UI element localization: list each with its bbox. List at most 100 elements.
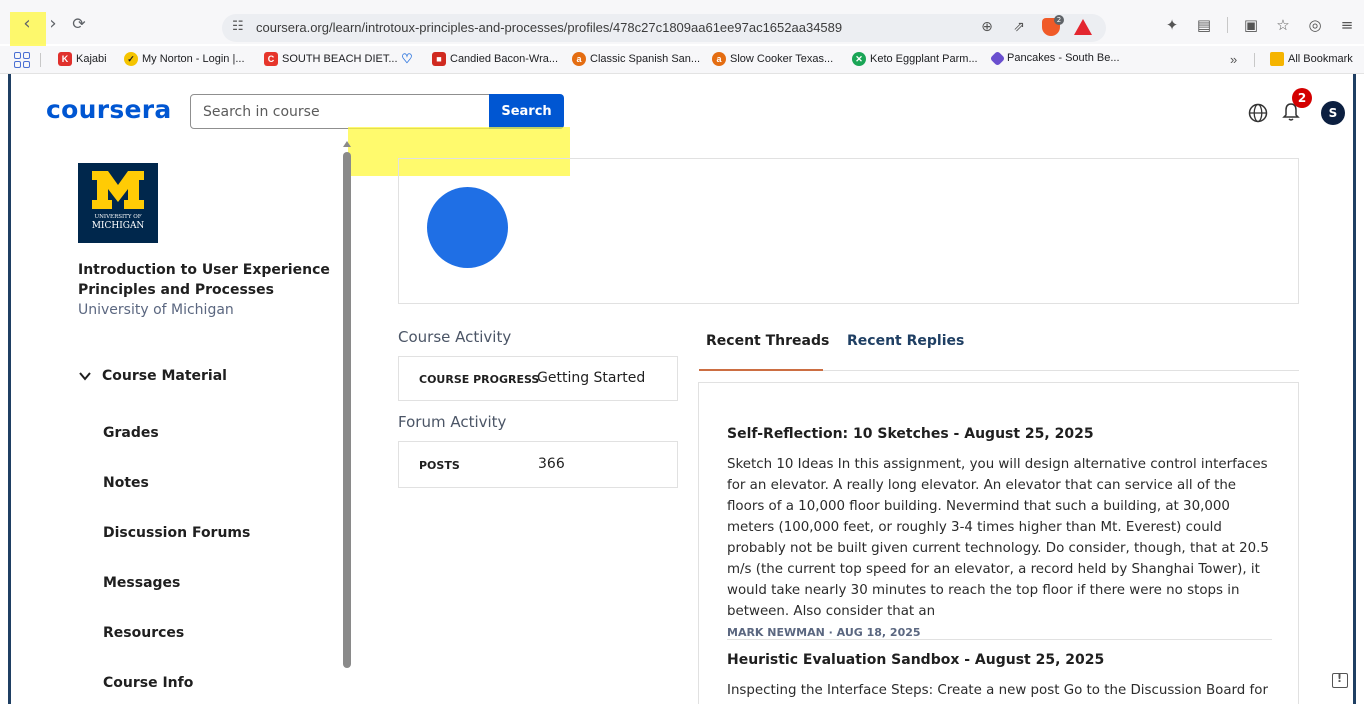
- reload-icon[interactable]: ⟳: [68, 12, 90, 34]
- thread-excerpt: Sketch 10 Ideas In this assignment, you …: [727, 457, 1269, 619]
- course-search-field[interactable]: [190, 94, 490, 129]
- back-icon[interactable]: ‹: [16, 12, 38, 34]
- kajabi-icon: K: [58, 52, 72, 66]
- sidebar-item-course-info[interactable]: Course Info: [103, 675, 193, 691]
- url-text[interactable]: coursera.org/learn/introtoux-principles-…: [256, 20, 842, 35]
- overflow-chevrons-icon: »: [1230, 52, 1238, 67]
- south-beach-icon: C: [264, 52, 278, 66]
- bookmark-star-icon[interactable]: ☆: [1274, 16, 1292, 34]
- sidebar-item-resources[interactable]: Resources: [103, 625, 184, 641]
- toolbar-divider: [1227, 17, 1228, 33]
- threads-list: Self-Reflection: 10 Sketches - August 25…: [698, 382, 1299, 704]
- sidebar-item-discussion-forums[interactable]: Discussion Forums: [103, 525, 250, 541]
- sidebar-item-grades[interactable]: Grades: [103, 425, 159, 441]
- zoom-icon[interactable]: ⊕: [978, 18, 996, 36]
- thread-item[interactable]: Heuristic Evaluation Sandbox - August 25…: [727, 652, 1272, 701]
- feedback-icon[interactable]: [1332, 672, 1348, 688]
- bookmarks-overflow-button[interactable]: »: [1230, 52, 1237, 67]
- all-bookmarks-folder[interactable]: All Bookmark: [1270, 52, 1353, 66]
- course-title[interactable]: Introduction to User Experience Principl…: [78, 260, 338, 300]
- thread-title[interactable]: Self-Reflection: 10 Sketches - August 25…: [727, 426, 1272, 442]
- browser-toolbar: ‹ › ⟳ ☷ coursera.org/learn/introtoux-pri…: [0, 0, 1364, 58]
- course-material-toggle[interactable]: Course Material: [78, 368, 227, 384]
- bookmark-norton[interactable]: ✓ My Norton - Login |...: [124, 52, 245, 66]
- sidebar-item-notes[interactable]: Notes: [103, 475, 149, 491]
- notification-count-badge: 2: [1292, 88, 1312, 108]
- posts-box: POSTS 366: [398, 441, 678, 488]
- window-frame: [8, 74, 11, 704]
- bookmark-label: Slow Cooker Texas...: [730, 53, 834, 65]
- keto-icon: ✕: [852, 52, 866, 66]
- forum-activity-title: Forum Activity: [398, 413, 507, 431]
- shield-count: 2: [1054, 15, 1064, 25]
- thread-title[interactable]: Heuristic Evaluation Sandbox - August 25…: [727, 652, 1272, 668]
- bookmark-label: My Norton - Login |...: [142, 53, 245, 65]
- bookmarks-bar: K Kajabi ✓ My Norton - Login |... C SOUT…: [0, 46, 1364, 74]
- allrecipes-icon: a: [572, 52, 586, 66]
- brave-rewards-icon[interactable]: [1074, 19, 1092, 35]
- pancake-icon: [989, 50, 1006, 66]
- bookmarks-divider: [1254, 53, 1255, 67]
- posts-value: 366: [538, 456, 565, 472]
- extensions-icon[interactable]: ✦: [1163, 16, 1181, 34]
- bookmark-spanish[interactable]: a Classic Spanish San...: [572, 52, 700, 66]
- bookmark-label: Classic Spanish San...: [590, 53, 701, 65]
- course-activity-title: Course Activity: [398, 328, 512, 346]
- bookmark-keto[interactable]: ✕ Keto Eggplant Parm...: [852, 52, 978, 66]
- bookmark-label: SOUTH BEACH DIET...: [282, 53, 398, 65]
- chevron-down-icon: [79, 372, 91, 381]
- sidebar-scroll-thumb[interactable]: [343, 152, 351, 668]
- bookmark-slow-cooker[interactable]: a Slow Cooker Texas...: [712, 52, 833, 66]
- profile-card: [398, 158, 1299, 304]
- apps-grid-icon[interactable]: [14, 52, 30, 68]
- vpn-icon[interactable]: ◎: [1306, 16, 1324, 34]
- scroll-up-arrow-icon[interactable]: [343, 141, 351, 147]
- thread-excerpt: Inspecting the Interface Steps: Create a…: [727, 683, 1268, 698]
- menu-icon[interactable]: ≡: [1338, 16, 1356, 34]
- course-progress-box: COURSE PROGRESS Getting Started: [398, 356, 678, 401]
- block-m-icon: [92, 171, 144, 209]
- sidebar-icon[interactable]: ▣: [1242, 16, 1260, 34]
- bookmark-label: Pancakes - South Be...: [1007, 52, 1120, 64]
- sidebar-item-messages[interactable]: Messages: [103, 575, 180, 591]
- bookmark-candied-bacon[interactable]: ■ Candied Bacon-Wra...: [432, 52, 558, 66]
- thread-author-date: MARK NEWMAN · AUG 18, 2025: [727, 626, 921, 639]
- bookmark-label: Candied Bacon-Wra...: [450, 53, 559, 65]
- logo-text: UNIVERSITY OF: [94, 214, 142, 220]
- site-settings-icon[interactable]: ☷: [232, 19, 244, 34]
- search-button[interactable]: Search: [489, 94, 564, 129]
- share-icon[interactable]: ⇗: [1010, 18, 1028, 36]
- coursera-logo[interactable]: coursera: [46, 95, 172, 124]
- user-avatar[interactable]: S: [1321, 101, 1345, 125]
- bookmarks-divider: [40, 53, 41, 67]
- thread-item[interactable]: Self-Reflection: 10 Sketches - August 25…: [727, 426, 1272, 639]
- profile-avatar: [427, 187, 508, 268]
- bookmark-pancakes[interactable]: Pancakes - South Be...: [989, 50, 1120, 66]
- heart-icon: ♡: [401, 51, 413, 66]
- address-bar[interactable]: ☷ coursera.org/learn/introtoux-principle…: [222, 14, 1106, 42]
- bookmark-heart[interactable]: ♡: [400, 51, 414, 66]
- bookmark-label: All Bookmark: [1288, 53, 1353, 65]
- thread-divider: [727, 639, 1272, 640]
- reader-mode-icon[interactable]: ▤: [1195, 16, 1213, 34]
- tab-recent-threads[interactable]: Recent Threads: [706, 333, 829, 349]
- course-progress-value: Getting Started: [537, 370, 646, 386]
- section-label: Course Material: [102, 368, 227, 384]
- course-organization: University of Michigan: [78, 302, 234, 318]
- logo-text: MICHIGAN: [91, 220, 145, 231]
- brave-shields-icon[interactable]: 2: [1042, 15, 1064, 36]
- bookmark-south-beach[interactable]: C SOUTH BEACH DIET...: [264, 52, 398, 66]
- forward-icon[interactable]: ›: [42, 12, 64, 34]
- language-globe-icon[interactable]: [1248, 103, 1268, 123]
- bookmark-kajabi[interactable]: K Kajabi: [58, 52, 107, 66]
- course-search-input[interactable]: [191, 95, 489, 128]
- course-progress-label: COURSE PROGRESS: [419, 373, 540, 386]
- window-frame: [1353, 74, 1356, 704]
- university-of-michigan-logo: UNIVERSITY OF MICHIGAN: [78, 163, 158, 243]
- tab-recent-replies[interactable]: Recent Replies: [847, 333, 964, 349]
- folder-icon: [1270, 52, 1284, 66]
- recipe-icon: ■: [432, 52, 446, 66]
- norton-check-icon: ✓: [124, 52, 138, 66]
- active-tab-indicator: [699, 369, 823, 371]
- bookmark-label: Kajabi: [76, 53, 107, 65]
